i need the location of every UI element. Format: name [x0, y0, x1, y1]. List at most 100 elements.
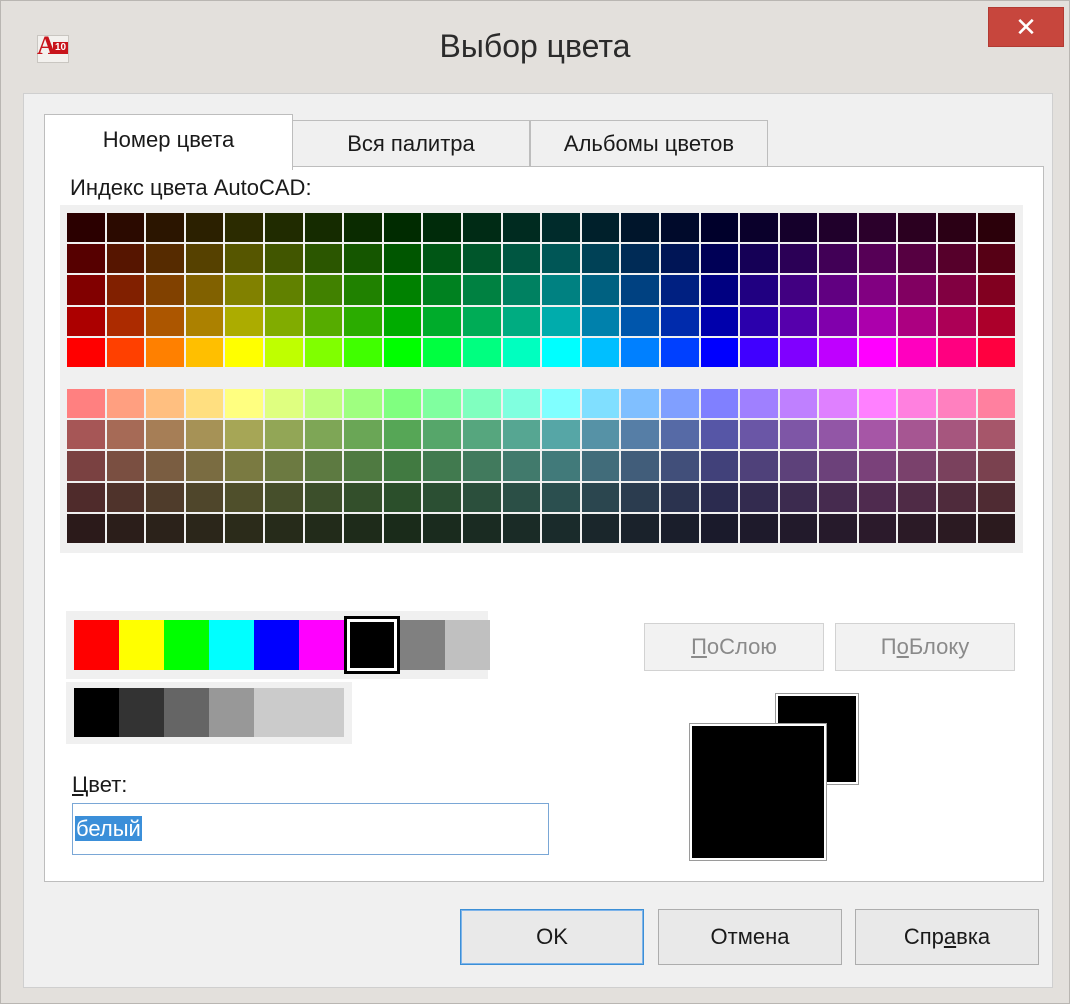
standard-color-swatch[interactable] — [400, 620, 445, 670]
aci-color-swatch[interactable] — [422, 305, 462, 337]
standard-color-swatch[interactable] — [445, 620, 490, 670]
standard-color-swatch[interactable] — [209, 620, 254, 670]
aci-color-swatch[interactable] — [857, 388, 898, 420]
aci-color-swatch[interactable] — [976, 512, 1017, 544]
aci-color-swatch[interactable] — [303, 305, 344, 337]
aci-color-swatch[interactable] — [976, 243, 1017, 275]
aci-color-swatch[interactable] — [263, 243, 304, 275]
aci-color-swatch[interactable] — [620, 419, 660, 451]
aci-color-swatch[interactable] — [580, 212, 621, 244]
aci-color-swatch[interactable] — [461, 305, 502, 337]
aci-color-swatch[interactable] — [857, 274, 898, 306]
aci-color-swatch[interactable] — [461, 243, 502, 275]
aci-color-swatch[interactable] — [659, 481, 700, 513]
aci-color-swatch[interactable] — [224, 305, 264, 337]
aci-color-swatch[interactable] — [145, 512, 185, 544]
aci-color-swatch[interactable] — [620, 212, 660, 244]
aci-color-swatch[interactable] — [541, 481, 581, 513]
aci-color-swatch[interactable] — [937, 274, 977, 306]
aci-color-swatch[interactable] — [501, 512, 542, 544]
aci-color-swatch[interactable] — [778, 305, 819, 337]
aci-color-swatch[interactable] — [897, 388, 938, 420]
aci-color-swatch[interactable] — [422, 388, 462, 420]
color-input[interactable]: белый — [72, 803, 549, 855]
aci-color-swatch[interactable] — [937, 419, 977, 451]
aci-color-swatch[interactable] — [66, 336, 106, 368]
aci-color-swatch[interactable] — [224, 336, 264, 368]
aci-color-swatch[interactable] — [778, 243, 819, 275]
aci-color-swatch[interactable] — [303, 212, 344, 244]
aci-color-swatch[interactable] — [818, 243, 858, 275]
aci-color-swatch[interactable] — [897, 243, 938, 275]
aci-color-swatch[interactable] — [778, 450, 819, 482]
aci-color-swatch[interactable] — [382, 512, 423, 544]
aci-color-swatch[interactable] — [501, 388, 542, 420]
aci-color-swatch[interactable] — [541, 243, 581, 275]
aci-color-swatch[interactable] — [857, 212, 898, 244]
aci-color-swatch[interactable] — [105, 388, 146, 420]
ok-button[interactable]: OK — [460, 909, 644, 965]
aci-color-swatch[interactable] — [937, 388, 977, 420]
aci-color-swatch[interactable] — [303, 388, 344, 420]
aci-color-swatch[interactable] — [184, 481, 225, 513]
aci-color-swatch[interactable] — [739, 419, 779, 451]
aci-color-swatch[interactable] — [303, 481, 344, 513]
aci-color-swatch[interactable] — [897, 336, 938, 368]
aci-color-swatch[interactable] — [897, 274, 938, 306]
aci-color-swatch[interactable] — [580, 512, 621, 544]
aci-color-swatch[interactable] — [422, 212, 462, 244]
aci-color-swatch[interactable] — [66, 243, 106, 275]
aci-color-swatch[interactable] — [263, 388, 304, 420]
aci-color-swatch[interactable] — [382, 305, 423, 337]
gray-color-swatch[interactable] — [254, 688, 299, 737]
aci-color-swatch[interactable] — [303, 512, 344, 544]
aci-color-swatch[interactable] — [263, 212, 304, 244]
tab-color-index[interactable]: Номер цвета — [44, 114, 293, 170]
aci-color-swatch[interactable] — [976, 274, 1017, 306]
aci-color-swatch[interactable] — [145, 243, 185, 275]
aci-color-swatch[interactable] — [739, 305, 779, 337]
aci-color-swatch[interactable] — [937, 481, 977, 513]
aci-color-swatch[interactable] — [145, 336, 185, 368]
aci-color-swatch[interactable] — [818, 274, 858, 306]
aci-color-swatch[interactable] — [778, 388, 819, 420]
aci-color-swatch[interactable] — [857, 450, 898, 482]
close-button[interactable]: ✕ — [988, 7, 1064, 47]
aci-color-swatch[interactable] — [422, 336, 462, 368]
aci-color-swatch[interactable] — [580, 419, 621, 451]
aci-color-swatch[interactable] — [263, 512, 304, 544]
aci-color-swatch[interactable] — [224, 274, 264, 306]
gray-color-swatch[interactable] — [209, 688, 254, 737]
aci-color-swatch[interactable] — [580, 481, 621, 513]
aci-color-swatch[interactable] — [184, 243, 225, 275]
aci-color-swatch[interactable] — [857, 512, 898, 544]
aci-color-swatch[interactable] — [382, 212, 423, 244]
aci-color-swatch[interactable] — [343, 512, 383, 544]
aci-color-swatch[interactable] — [580, 388, 621, 420]
aci-color-swatch[interactable] — [699, 212, 740, 244]
aci-color-swatch[interactable] — [422, 512, 462, 544]
bylayer-button[interactable]: ПоСлою — [644, 623, 824, 671]
aci-color-swatch[interactable] — [303, 336, 344, 368]
aci-color-swatch[interactable] — [937, 305, 977, 337]
aci-color-swatch[interactable] — [105, 243, 146, 275]
aci-color-swatch[interactable] — [422, 243, 462, 275]
aci-color-swatch[interactable] — [461, 512, 502, 544]
aci-color-swatch[interactable] — [224, 512, 264, 544]
aci-color-swatch[interactable] — [461, 481, 502, 513]
gray-color-swatch[interactable] — [164, 688, 209, 737]
aci-color-swatch[interactable] — [105, 419, 146, 451]
byblock-button[interactable]: ПоБлоку — [835, 623, 1015, 671]
aci-color-swatch[interactable] — [303, 243, 344, 275]
aci-color-swatch[interactable] — [184, 450, 225, 482]
aci-color-swatch[interactable] — [66, 481, 106, 513]
aci-color-swatch[interactable] — [105, 274, 146, 306]
aci-color-swatch[interactable] — [659, 450, 700, 482]
aci-color-swatch[interactable] — [382, 450, 423, 482]
aci-color-swatch[interactable] — [778, 512, 819, 544]
aci-color-swatch[interactable] — [897, 450, 938, 482]
aci-color-swatch[interactable] — [937, 243, 977, 275]
aci-color-swatch[interactable] — [184, 388, 225, 420]
aci-color-swatch[interactable] — [541, 419, 581, 451]
aci-color-swatch[interactable] — [659, 512, 700, 544]
